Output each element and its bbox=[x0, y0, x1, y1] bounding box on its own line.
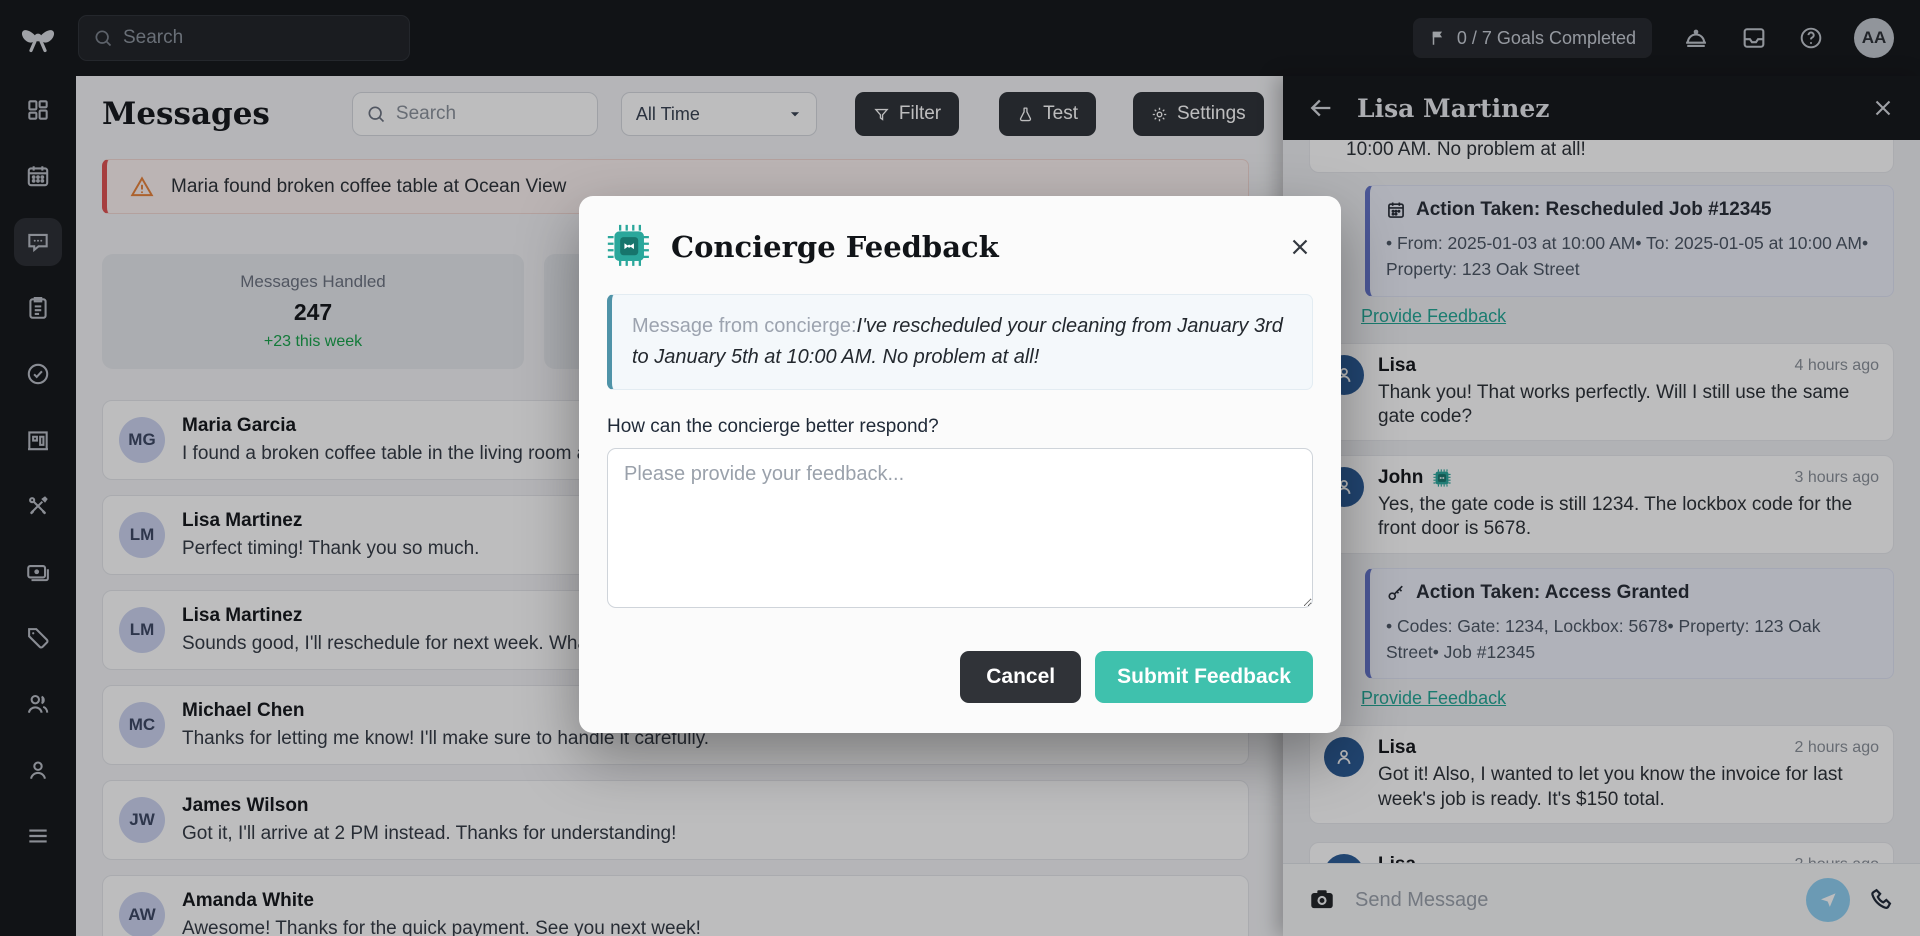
submit-feedback-button[interactable]: Submit Feedback bbox=[1095, 651, 1313, 703]
quote-label: Message from concierge: bbox=[632, 315, 857, 337]
concierge-feedback-modal: Concierge Feedback Message from concierg… bbox=[579, 196, 1341, 733]
close-modal-icon[interactable] bbox=[1287, 234, 1313, 260]
feedback-textarea[interactable] bbox=[607, 448, 1313, 608]
modal-title: Concierge Feedback bbox=[671, 230, 999, 264]
feedback-question-label: How can the concierge better respond? bbox=[607, 416, 1313, 438]
concierge-message-quote: Message from concierge:I've rescheduled … bbox=[607, 294, 1313, 390]
cancel-button[interactable]: Cancel bbox=[960, 651, 1081, 703]
ai-chip-icon bbox=[607, 224, 653, 270]
